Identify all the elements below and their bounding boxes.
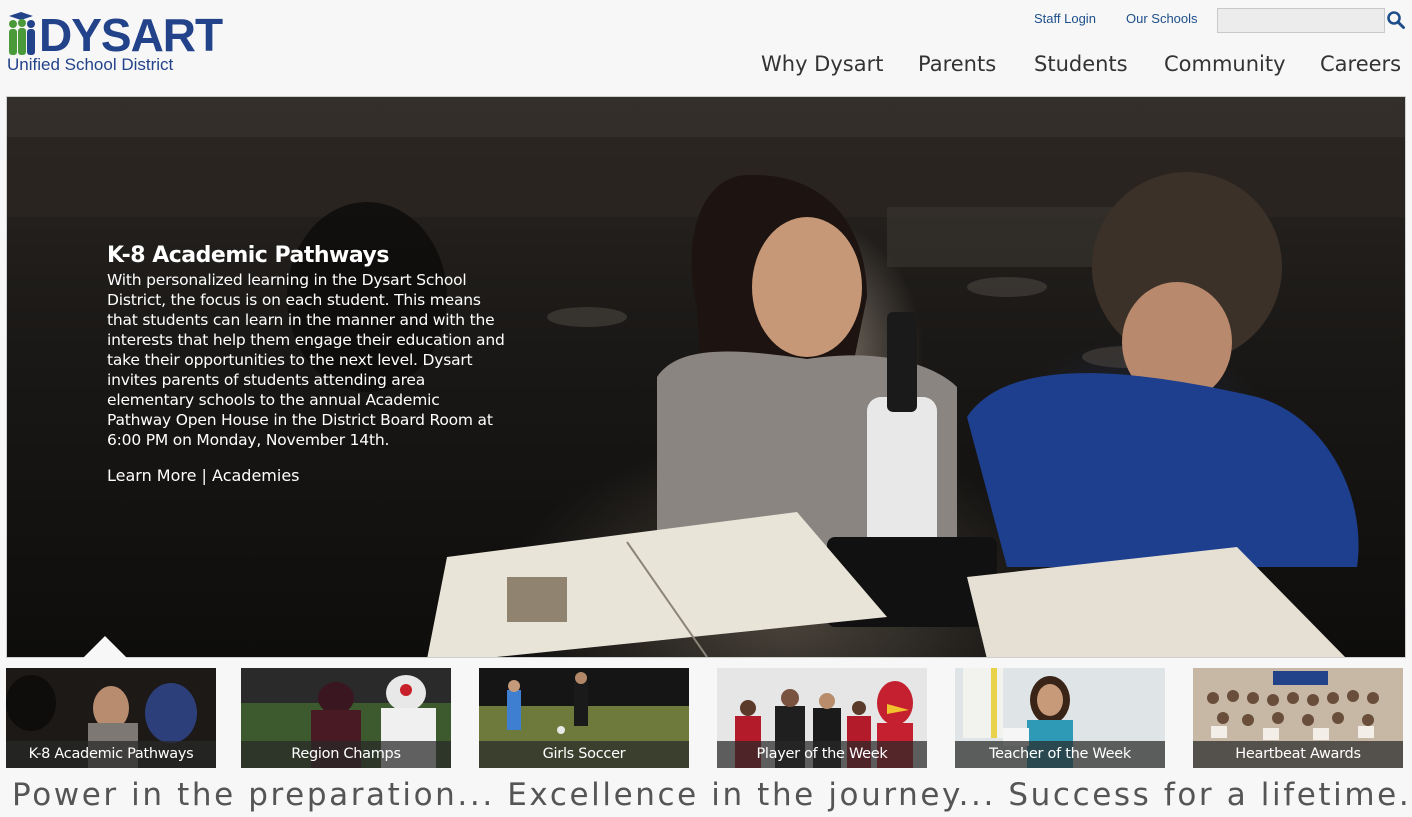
hero-title: K-8 Academic Pathways — [107, 243, 389, 268]
our-schools-link[interactable]: Our Schools — [1126, 11, 1198, 26]
site-header: DYSART Unified School District Staff Log… — [0, 0, 1412, 96]
link-separator: | — [196, 466, 213, 485]
thumb-label: Teacher of the Week — [955, 741, 1165, 768]
nav-parents[interactable]: Parents — [918, 51, 996, 77]
thumb-label: Heartbeat Awards — [1193, 741, 1403, 768]
slide-thumbnails: K-8 Academic Pathways Region Champs Girl… — [0, 668, 1412, 768]
thumb-label: K-8 Academic Pathways — [6, 741, 216, 768]
slide-thumb-region-champs[interactable]: Region Champs — [241, 668, 451, 768]
nav-students[interactable]: Students — [1034, 51, 1128, 77]
staff-login-link[interactable]: Staff Login — [1034, 11, 1096, 26]
active-slide-indicator — [83, 636, 127, 658]
nav-careers[interactable]: Careers — [1320, 51, 1401, 77]
learn-more-link[interactable]: Learn More — [107, 466, 196, 485]
thumb-label: Region Champs — [241, 741, 451, 768]
district-tagline: Power in the preparation... Excellence i… — [12, 777, 1412, 813]
magnifier-icon — [1387, 11, 1405, 29]
slide-thumb-player-of-the-week[interactable]: Player of the Week — [717, 668, 927, 768]
nav-why-dysart[interactable]: Why Dysart — [761, 51, 883, 77]
search-input[interactable] — [1217, 8, 1385, 33]
slide-thumb-girls-soccer[interactable]: Girls Soccer — [479, 668, 689, 768]
slide-thumb-academic-pathways[interactable]: K-8 Academic Pathways — [6, 668, 216, 768]
thumb-label: Player of the Week — [717, 741, 927, 768]
hero-caption: K-8 Academic Pathways With personalized … — [107, 243, 507, 486]
thumb-label: Girls Soccer — [479, 741, 689, 768]
slide-thumb-heartbeat-awards[interactable]: Heartbeat Awards — [1193, 668, 1403, 768]
hero-slide[interactable]: K-8 Academic Pathways With personalized … — [6, 96, 1406, 658]
nav-community[interactable]: Community — [1164, 51, 1286, 77]
hero-links: Learn More | Academies — [107, 466, 507, 486]
main-nav: Why Dysart Parents Students Community Ca… — [0, 51, 1412, 79]
academies-link[interactable]: Academies — [212, 466, 299, 485]
hero-body: With personalized learning in the Dysart… — [107, 271, 505, 449]
slide-thumb-teacher-of-the-week[interactable]: Teacher of the Week — [955, 668, 1165, 768]
search-button[interactable] — [1386, 10, 1406, 30]
